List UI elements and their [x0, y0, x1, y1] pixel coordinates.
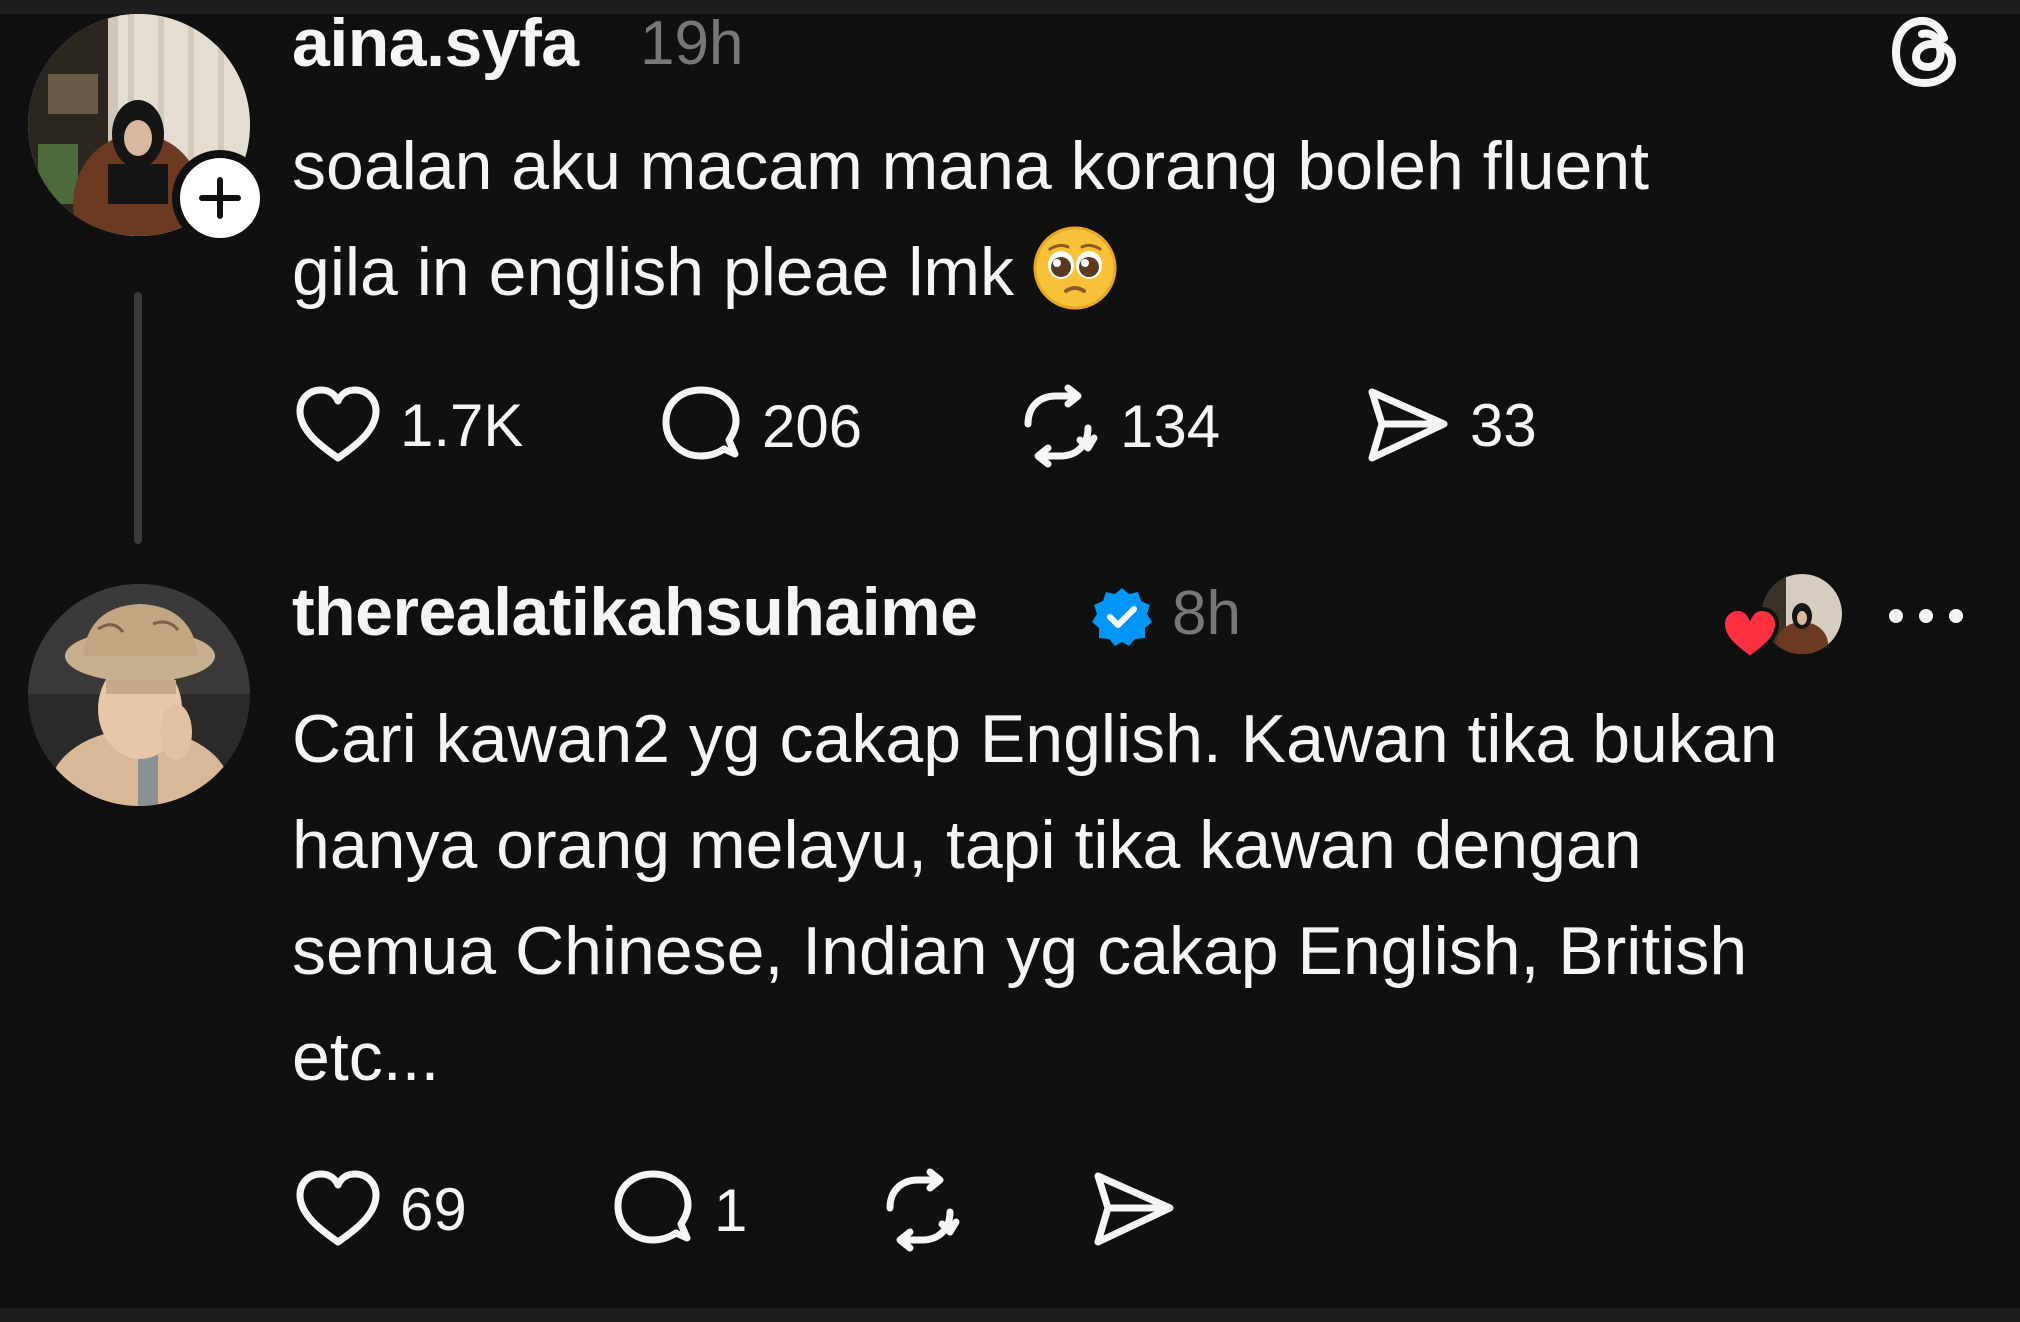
post-timestamp: 19h — [640, 9, 744, 78]
reply-timestamp: 8h — [1172, 579, 1241, 648]
comment-icon — [662, 386, 740, 460]
bottom-edge — [0, 1308, 2020, 1322]
heart-icon — [296, 1170, 380, 1246]
reply-comment-button[interactable]: 1 — [610, 1168, 747, 1252]
share-button[interactable]: 33 — [1364, 384, 1537, 466]
repost-count: 134 — [1120, 392, 1221, 460]
plus-icon — [199, 177, 241, 219]
post-text: soalan aku macam mana korang boleh fluen… — [292, 113, 1649, 325]
threads-logo-icon[interactable] — [1886, 12, 1966, 92]
like-button[interactable]: 1.7K — [294, 384, 523, 466]
repost-button[interactable]: 134 — [1014, 384, 1220, 468]
comment-count: 206 — [762, 392, 863, 460]
reply-repost-button[interactable] — [876, 1168, 964, 1252]
reply-like-count: 69 — [400, 1175, 467, 1243]
send-icon — [1368, 388, 1448, 462]
follow-button[interactable] — [172, 150, 268, 246]
reply-text-line-2: hanya orang melayu, tapi tika kawan deng… — [292, 807, 1642, 883]
send-icon — [1094, 1172, 1174, 1246]
reply-text-line-3: semua Chinese, Indian yg cakap English, … — [292, 913, 1748, 989]
like-count: 1.7K — [400, 391, 524, 459]
pleading-face-emoji — [1033, 226, 1117, 310]
reply-comment-count: 1 — [714, 1176, 748, 1244]
repost-icon — [886, 1168, 960, 1252]
reply-share-button[interactable] — [1090, 1168, 1178, 1250]
post-text-line-2: gila in english pleae lmk — [292, 219, 1649, 325]
avatar-therealatikahsuhaime[interactable] — [28, 584, 250, 806]
reply-text: Cari kawan2 yg cakap English. Kawan tika… — [292, 686, 1778, 1110]
author-liked-heart-icon — [1720, 606, 1780, 661]
verified-badge-icon — [1092, 588, 1152, 646]
repost-icon — [1024, 384, 1098, 468]
more-options-icon[interactable] — [1884, 604, 1968, 628]
reply-username[interactable]: therealatikahsuhaime — [292, 573, 978, 651]
reply-text-line-4: etc... — [292, 1019, 440, 1095]
reply-like-button[interactable]: 69 — [294, 1168, 467, 1250]
share-count: 33 — [1470, 391, 1537, 459]
thread-connector-line — [134, 292, 142, 544]
post-username[interactable]: aina.syfa — [292, 4, 579, 82]
post-text-line-1: soalan aku macam mana korang boleh fluen… — [292, 128, 1650, 204]
comment-icon — [614, 1170, 692, 1244]
heart-icon — [296, 386, 380, 462]
reply-text-line-1: Cari kawan2 yg cakap English. Kawan tika… — [292, 701, 1778, 777]
comment-button[interactable]: 206 — [658, 384, 862, 468]
